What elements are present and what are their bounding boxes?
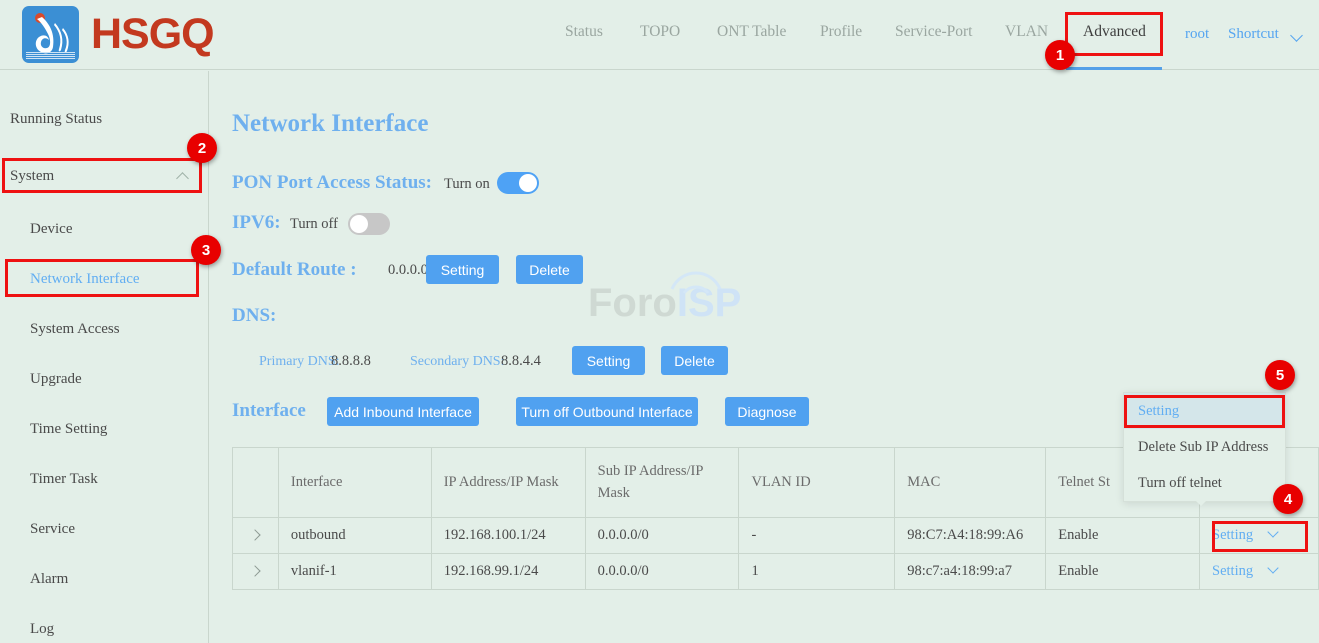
nav-item-service-port[interactable]: Service-Port [895,23,972,41]
dropdown-item-turn-off-telnet[interactable]: Turn off telnet [1124,465,1285,501]
sidebar-item-time-setting[interactable]: Time Setting [0,421,209,438]
page-title: Network Interface [232,110,428,138]
logo-base-lines [26,52,75,60]
row-expand-cell[interactable] [233,554,279,590]
secondary-dns-value: 8.8.4.4 [501,353,541,370]
shortcut-menu[interactable]: Shortcut [1228,26,1279,43]
dns-setting-button[interactable]: Setting [572,346,645,375]
cell-ip-address: 192.168.99.1/24 [431,554,585,590]
ipv6-toggle[interactable] [348,213,390,235]
cell-mac: 98:c7:a4:18:99:a7 [895,554,1046,590]
watermark-part1: Foro [588,281,677,325]
turn-off-outbound-interface-button[interactable]: Turn off Outbound Interface [516,397,698,426]
nav-item-advanced[interactable]: Advanced [1083,23,1146,41]
cell-operate[interactable]: Setting [1200,554,1319,590]
column-expand [233,448,279,518]
setting-dropdown-menu: Setting Delete Sub IP Address Turn off t… [1123,392,1286,502]
nav-item-topo[interactable]: TOPO [640,23,680,41]
default-route-value: 0.0.0.0 [388,262,428,279]
cell-mac: 98:C7:A4:18:99:A6 [895,518,1046,554]
annotation-badge-2: 2 [187,133,217,163]
row-setting-label: Setting [1212,527,1253,543]
column-vlan-id: VLAN ID [739,448,895,518]
row-setting-dropdown[interactable]: Setting [1212,527,1277,543]
annotation-badge-4: 4 [1273,484,1303,514]
sidebar-item-timer-task[interactable]: Timer Task [0,471,209,488]
add-inbound-interface-button[interactable]: Add Inbound Interface [327,397,479,426]
cell-telnet-status: Enable [1046,518,1200,554]
cell-telnet-status: Enable [1046,554,1200,590]
pon-state-text: Turn on [444,176,490,193]
sidebar-item-upgrade[interactable]: Upgrade [0,371,209,388]
default-route-label: Default Route : [232,259,357,281]
cell-interface: vlanif-1 [278,554,431,590]
cell-vlan-id: - [739,518,895,554]
dns-label: DNS: [232,305,276,327]
sidebar-item-system[interactable]: System [0,168,209,185]
secondary-dns-label: Secondary DNS: [410,354,505,370]
cell-vlan-id: 1 [739,554,895,590]
sidebar-item-alarm[interactable]: Alarm [0,571,209,588]
chevron-right-icon[interactable] [250,565,261,576]
annotation-badge-5: 5 [1265,360,1295,390]
watermark-wifi-arc-icon [668,269,724,295]
table-body: outbound 192.168.100.1/24 0.0.0.0/0 - 98… [233,518,1319,590]
sidebar-item-system-access[interactable]: System Access [0,321,209,338]
dropdown-item-setting[interactable]: Setting [1124,393,1285,429]
row-setting-label: Setting [1212,563,1253,579]
ipv6-state-text: Turn off [290,216,338,233]
main-content: ForoISP Network Interface PON Port Acces… [210,71,1319,643]
top-header: HSGQ Status TOPO ONT Table Profile Servi… [0,0,1319,70]
sidebar-item-running-status[interactable]: Running Status [0,111,209,128]
column-mac: MAC [895,448,1046,518]
brand-name: HSGQ [91,13,214,56]
column-sub-ip-address: Sub IP Address/IP Mask [585,448,739,518]
dropdown-pointer-arrow [1193,498,1209,506]
sidebar-item-log[interactable]: Log [0,621,209,638]
sidebar-item-device[interactable]: Device [0,221,209,238]
nav-item-ont-table[interactable]: ONT Table [717,23,786,41]
dns-delete-button[interactable]: Delete [661,346,728,375]
table-row: outbound 192.168.100.1/24 0.0.0.0/0 - 98… [233,518,1319,554]
default-route-setting-button[interactable]: Setting [426,255,499,284]
app-root: HSGQ Status TOPO ONT Table Profile Servi… [0,0,1319,643]
cell-sub-ip-address: 0.0.0.0/0 [585,518,739,554]
chevron-right-icon[interactable] [250,529,261,540]
annotation-badge-3: 3 [191,235,221,265]
cell-ip-address: 192.168.100.1/24 [431,518,585,554]
diagnose-button[interactable]: Diagnose [725,397,809,426]
sidebar-item-service[interactable]: Service [0,521,209,538]
row-setting-dropdown[interactable]: Setting [1212,563,1277,579]
cell-sub-ip-address: 0.0.0.0/0 [585,554,739,590]
nav-item-status[interactable]: Status [565,23,603,41]
column-ip-address: IP Address/IP Mask [431,448,585,518]
chevron-down-icon [1267,562,1278,573]
primary-dns-value: 8.8.8.8 [331,353,371,370]
active-tab-underline [1066,67,1162,70]
dropdown-item-delete-sub-ip-address[interactable]: Delete Sub IP Address [1124,429,1285,465]
pon-port-access-status-label: PON Port Access Status: [232,172,432,194]
row-expand-cell[interactable] [233,518,279,554]
annotation-badge-1: 1 [1045,40,1075,70]
sidebar: Running Status System Device Network Int… [0,71,209,643]
default-route-delete-button[interactable]: Delete [516,255,583,284]
chevron-up-icon [176,172,189,185]
interface-label: Interface [232,400,306,422]
pon-port-toggle[interactable] [497,172,539,194]
cell-interface: outbound [278,518,431,554]
chevron-down-icon [1267,526,1278,537]
brand-logo[interactable]: HSGQ [22,6,214,63]
primary-dns-label: Primary DNS: [259,354,340,370]
column-interface: Interface [278,448,431,518]
cell-operate[interactable]: Setting [1200,518,1319,554]
ipv6-label: IPV6: [232,212,281,234]
nav-item-profile[interactable]: Profile [820,23,862,41]
sidebar-item-network-interface[interactable]: Network Interface [0,271,209,288]
nav-item-vlan[interactable]: VLAN [1005,23,1048,41]
user-menu-root[interactable]: root [1185,26,1209,43]
hsgq-logo-icon [22,6,79,63]
chevron-down-icon[interactable] [1292,27,1301,45]
table-row: vlanif-1 192.168.99.1/24 0.0.0.0/0 1 98:… [233,554,1319,590]
sidebar-item-system-label: System [10,168,54,184]
